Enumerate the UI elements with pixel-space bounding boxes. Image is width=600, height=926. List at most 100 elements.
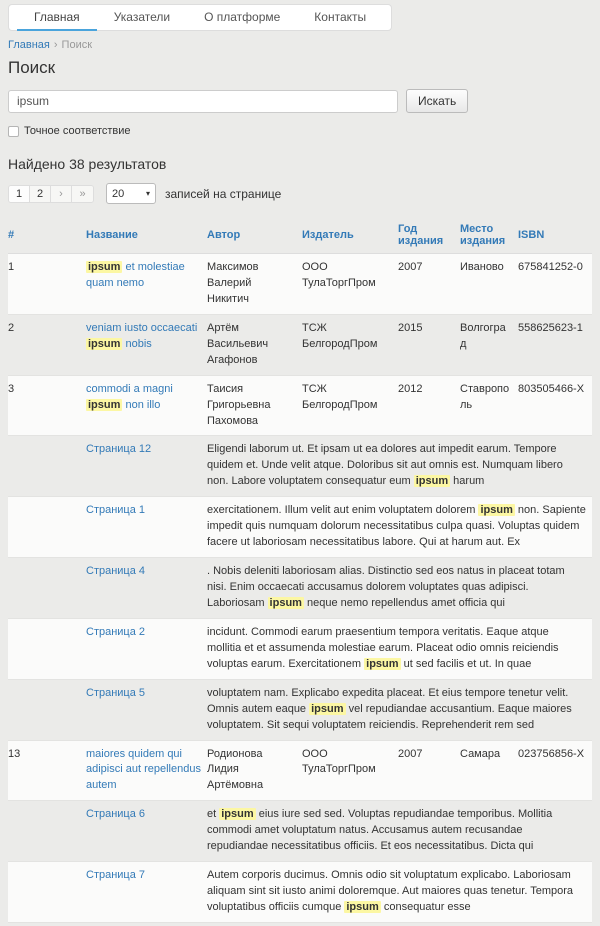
breadcrumb-separator: › (54, 39, 58, 51)
cell-author: Родионова Лидия Артёмовна (207, 740, 302, 801)
highlight-term: ipsum (344, 901, 380, 913)
pagination: 12›» (8, 185, 94, 203)
cell-title: commodi a magni ipsum non illo (86, 375, 207, 436)
result-page-link[interactable]: Страница 7 (86, 869, 145, 881)
cell-year: 2007 (398, 254, 460, 315)
column-header-6[interactable]: ISBN (518, 217, 592, 254)
table-row: Страница 6et ipsum eius iure sed sed. Vo… (8, 801, 592, 862)
pagination-last[interactable]: » (72, 186, 93, 202)
caret-down-icon: ▾ (146, 189, 150, 198)
cell-year: 2007 (398, 740, 460, 801)
exact-match-label: Точное соответствие (24, 125, 131, 137)
search-row: Искать (8, 89, 592, 113)
result-page-link[interactable]: Страница 5 (86, 687, 145, 699)
result-title-link[interactable]: commodi a magni ipsum non illo (86, 383, 173, 411)
cell-publisher: ТСЖ БелгородПром (302, 314, 398, 375)
cell-description: . Nobis deleniti laboriosam alias. Disti… (207, 558, 592, 619)
column-header-4[interactable]: Год издания (398, 217, 460, 254)
highlight-term: ipsum (86, 399, 122, 411)
result-page-link[interactable]: Страница 1 (86, 504, 145, 516)
tab-about[interactable]: О платформе (187, 5, 297, 31)
column-header-1[interactable]: Название (86, 217, 207, 254)
cell-title: Страница 5 (86, 679, 207, 740)
page-size-value: 20 (112, 188, 124, 200)
table-row: Страница 2 incidunt. Commodi earum praese… (8, 618, 592, 679)
highlight-term: ipsum (86, 338, 122, 350)
cell-number (8, 436, 86, 497)
table-row: 1ipsum et molestiae quam nemo Максимов Ва… (8, 254, 592, 315)
cell-number (8, 618, 86, 679)
cell-number: 1 (8, 254, 86, 315)
cell-publisher: ООО ТулаТоргПром (302, 740, 398, 801)
cell-number: 13 (8, 740, 86, 801)
result-title-link[interactable]: veniam iusto occaecati ipsum nobis (86, 322, 197, 350)
result-page-link[interactable]: Страница 6 (86, 808, 145, 820)
result-title-link[interactable]: maiores quidem qui adipisci aut repellen… (86, 748, 201, 792)
pagination-next[interactable]: › (51, 186, 72, 202)
column-header-3[interactable]: Издатель (302, 217, 398, 254)
pager-row: 12›» 20 ▾ записей на странице (8, 183, 592, 204)
cell-title: Страница 12 (86, 436, 207, 497)
search-input[interactable] (8, 90, 398, 113)
highlight-term: ipsum (268, 597, 304, 609)
cell-description: Eligendi laborum ut. Et ipsam ut ea dolo… (207, 436, 592, 497)
search-page: ГлавнаяУказателиО платформеКонтакты Глав… (0, 0, 600, 926)
tab-home[interactable]: Главная (17, 5, 97, 31)
cell-title: Страница 1 (86, 497, 207, 558)
cell-description: Autem corporis ducimus. Omnis odio sit v… (207, 862, 592, 923)
results-count: Найдено 38 результатов (8, 156, 592, 172)
cell-description: exercitationem. Illum velit aut enim vol… (207, 497, 592, 558)
cell-title: Страница 4 (86, 558, 207, 619)
cell-title: veniam iusto occaecati ipsum nobis (86, 314, 207, 375)
cell-description: incidunt. Commodi earum praesentium temp… (207, 618, 592, 679)
cell-number: 3 (8, 375, 86, 436)
breadcrumb-home-link[interactable]: Главная (8, 39, 50, 51)
page-size-select[interactable]: 20 ▾ (106, 183, 156, 204)
column-header-0[interactable]: # (8, 217, 86, 254)
results-table: #НазваниеАвторИздательГод изданияМесто и… (8, 217, 592, 926)
page-size-label: записей на странице (165, 187, 281, 201)
cell-author: Таисия Григорьевна Пахомова (207, 375, 302, 436)
cell-author: Максимов Валерий Никитич (207, 254, 302, 315)
page-title: Поиск (8, 58, 592, 78)
result-page-link[interactable]: Страница 4 (86, 565, 145, 577)
cell-title: Страница 8 (86, 922, 207, 926)
table-row: Страница 5 voluptatem nam. Explicabo expe… (8, 679, 592, 740)
pagination-page-2[interactable]: 2 (30, 186, 51, 202)
exact-match-checkbox[interactable] (8, 126, 19, 137)
result-page-link[interactable]: Страница 12 (86, 443, 151, 455)
tab-contacts[interactable]: Контакты (297, 5, 383, 31)
cell-isbn: 675841252-0 (518, 254, 592, 315)
table-row: Страница 7 Autem corporis ducimus. Omnis … (8, 862, 592, 923)
result-page-link[interactable]: Страница 2 (86, 626, 145, 638)
cell-place: Ставрополь (460, 375, 518, 436)
column-header-2[interactable]: Автор (207, 217, 302, 254)
cell-title: ipsum et molestiae quam nemo (86, 254, 207, 315)
breadcrumb-current: Поиск (62, 39, 92, 51)
search-button[interactable]: Искать (406, 89, 468, 113)
table-row: 3commodi a magni ipsum non illo Таисия Гр… (8, 375, 592, 436)
cell-title: Страница 2 (86, 618, 207, 679)
exact-match-row: Точное соответствие (8, 125, 592, 137)
cell-publisher: ТСЖ БелгородПром (302, 375, 398, 436)
highlight-term: ipsum (364, 658, 400, 670)
cell-author: Артём Васильевич Агафонов (207, 314, 302, 375)
cell-place: Волгоград (460, 314, 518, 375)
cell-number: 2 (8, 314, 86, 375)
highlight-term: ipsum (86, 261, 122, 273)
cell-description: voluptatem nam. Explicabo expedita place… (207, 679, 592, 740)
column-header-5[interactable]: Место издания (460, 217, 518, 254)
pagination-page-1[interactable]: 1 (9, 186, 30, 202)
table-row: Страница 8dolore laudantium. Distinctio … (8, 922, 592, 926)
cell-title: Страница 7 (86, 862, 207, 923)
cell-year: 2012 (398, 375, 460, 436)
result-title-link[interactable]: ipsum et molestiae quam nemo (86, 261, 185, 289)
table-header-row: #НазваниеАвторИздательГод изданияМесто и… (8, 217, 592, 254)
tab-indexes[interactable]: Указатели (97, 5, 187, 31)
cell-isbn: 023756856-X (518, 740, 592, 801)
cell-number (8, 679, 86, 740)
cell-number (8, 497, 86, 558)
highlight-term: ipsum (414, 475, 450, 487)
cell-number (8, 558, 86, 619)
cell-description: dolore laudantium. Distinctio dolores en… (207, 922, 592, 926)
